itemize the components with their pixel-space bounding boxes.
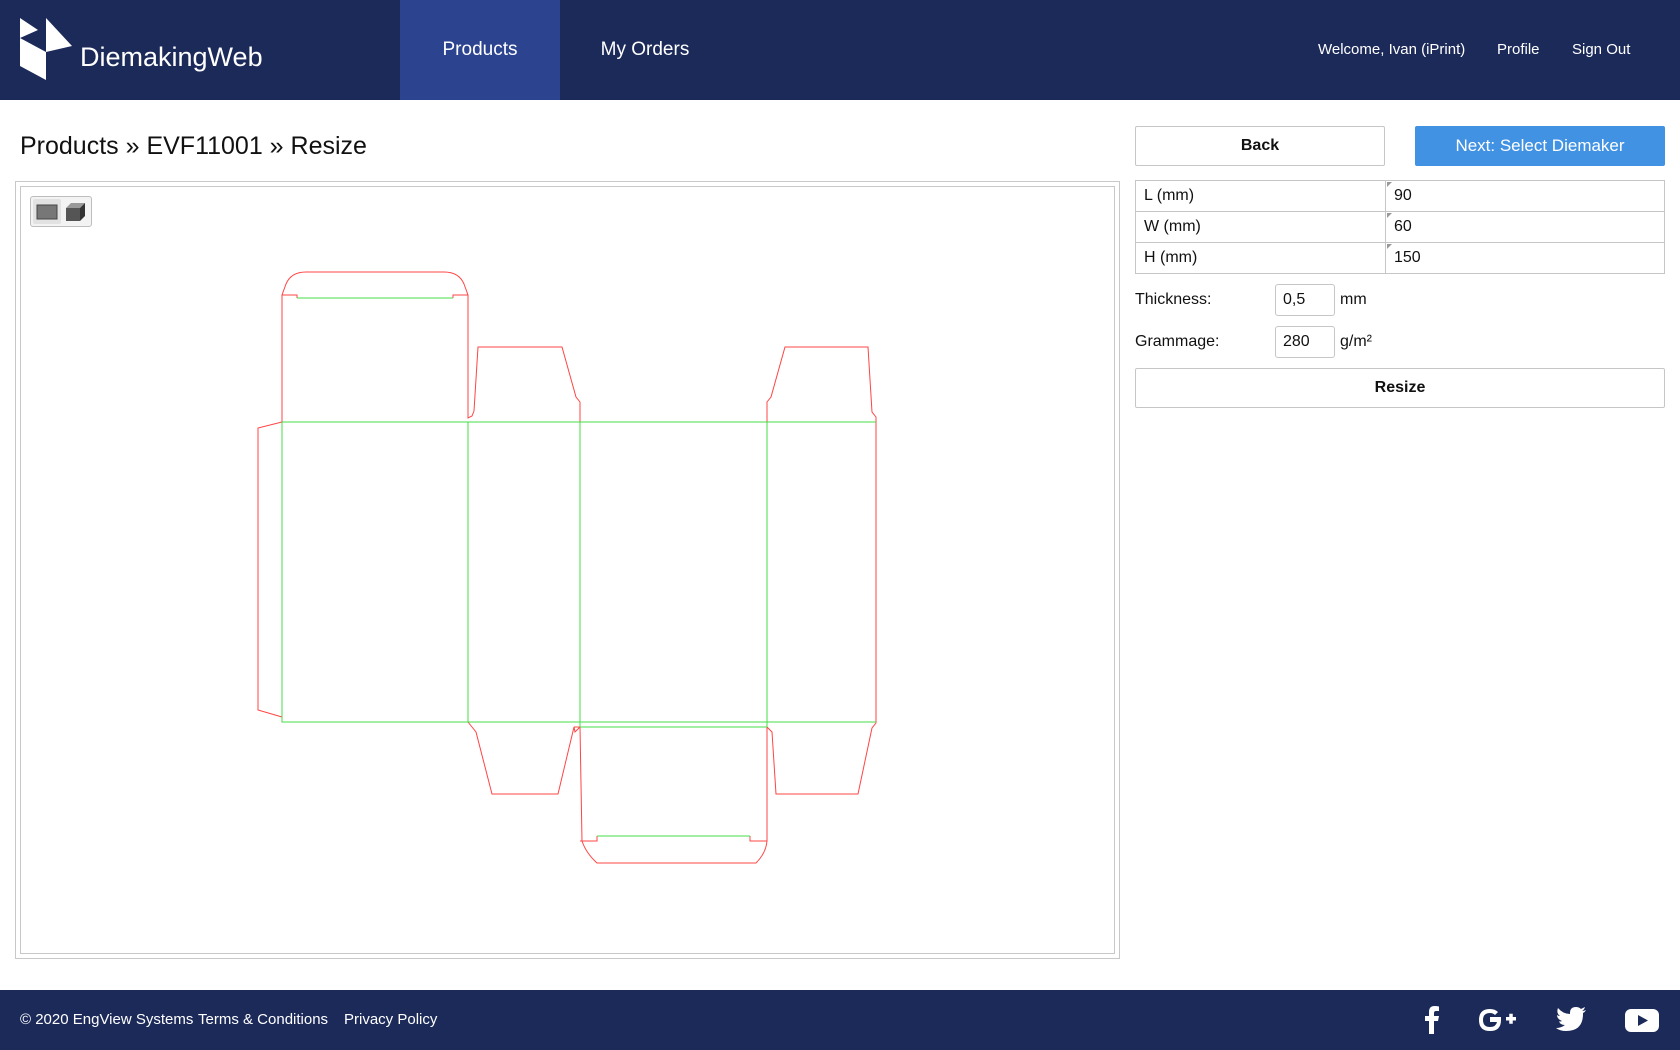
nav-products-tab[interactable]: Products xyxy=(400,0,560,100)
view-mode-toggle xyxy=(30,196,92,227)
nav-my-orders-tab[interactable]: My Orders xyxy=(560,0,730,100)
sign-out-link[interactable]: Sign Out xyxy=(1572,0,1630,100)
back-button[interactable]: Back xyxy=(1135,126,1385,166)
length-value-cell[interactable]: 90 xyxy=(1385,180,1665,212)
twitter-icon[interactable] xyxy=(1555,1006,1587,1034)
footer: © 2020 EngView Systems Terms & Condition… xyxy=(0,990,1680,1050)
grammage-input[interactable]: 280 xyxy=(1275,326,1335,358)
2d-view-icon[interactable] xyxy=(33,199,61,224)
resize-button[interactable]: Resize xyxy=(1135,368,1665,408)
dimension-label: H (mm) xyxy=(1135,242,1386,274)
youtube-icon[interactable] xyxy=(1624,1006,1660,1034)
cut-lines xyxy=(257,271,877,864)
top-navbar: DiemakingWeb Products My Orders Welcome,… xyxy=(0,0,1680,100)
dieline-canvas[interactable] xyxy=(20,186,1115,954)
page-title-breadcrumb: Products » EVF11001 » Resize xyxy=(20,132,367,160)
dimensions-table: L (mm) 90 W (mm) 60 H (mm) 150 xyxy=(1135,180,1665,274)
dimension-label: L (mm) xyxy=(1135,180,1386,212)
dimension-label: W (mm) xyxy=(1135,211,1386,243)
3d-view-icon[interactable] xyxy=(62,199,90,224)
next-select-diemaker-button[interactable]: Next: Select Diemaker xyxy=(1415,126,1665,166)
thickness-row: Thickness: 0,5 mm xyxy=(1135,284,1435,316)
height-value-cell[interactable]: 150 xyxy=(1385,242,1665,274)
table-row: W (mm) 60 xyxy=(1135,211,1665,243)
crease-lines xyxy=(281,297,876,837)
facebook-icon[interactable] xyxy=(1422,1006,1440,1034)
dieline-viewer-panel xyxy=(15,181,1120,959)
diemakingweb-logo-icon[interactable] xyxy=(20,18,72,80)
google-plus-icon[interactable] xyxy=(1477,1006,1517,1034)
brand-name[interactable]: DiemakingWeb xyxy=(80,42,263,73)
copyright-text: © 2020 EngView Systems xyxy=(20,1011,194,1028)
welcome-user-link[interactable]: Welcome, Ivan (iPrint) xyxy=(1318,0,1465,100)
width-value-cell[interactable]: 60 xyxy=(1385,211,1665,243)
grammage-unit: g/m² xyxy=(1340,333,1372,350)
terms-link[interactable]: Terms & Conditions xyxy=(198,990,328,1050)
table-row: L (mm) 90 xyxy=(1135,180,1665,212)
box-dieline-drawing xyxy=(257,271,877,864)
thickness-label: Thickness: xyxy=(1135,291,1212,308)
grammage-row: Grammage: 280 g/m² xyxy=(1135,326,1435,358)
privacy-link[interactable]: Privacy Policy xyxy=(344,990,437,1050)
thickness-unit: mm xyxy=(1340,291,1367,308)
grammage-label: Grammage: xyxy=(1135,333,1220,350)
thickness-input[interactable]: 0,5 xyxy=(1275,284,1335,316)
profile-link[interactable]: Profile xyxy=(1497,0,1540,100)
table-row: H (mm) 150 xyxy=(1135,242,1665,274)
